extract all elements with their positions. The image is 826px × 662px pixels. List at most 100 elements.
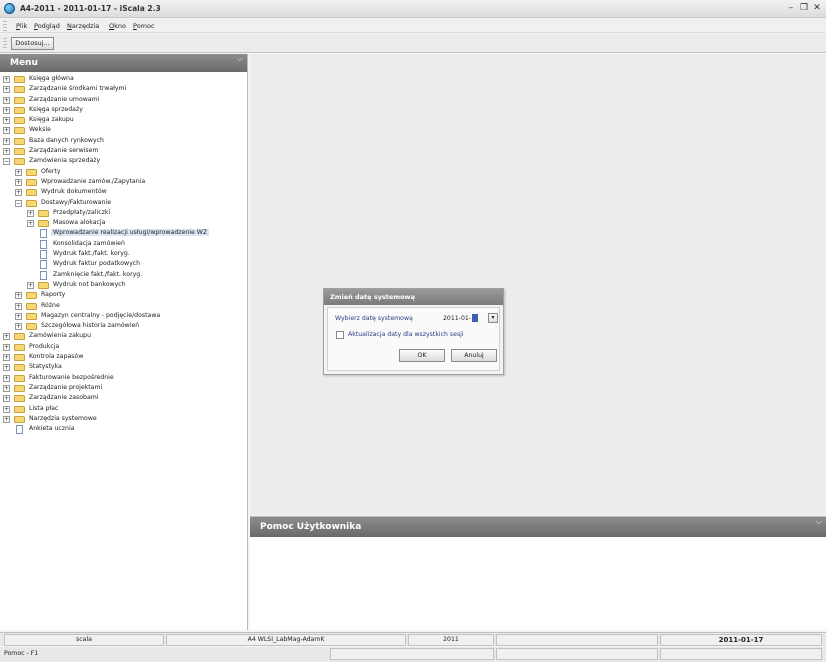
minimize-icon[interactable]: –: [786, 3, 796, 14]
help-panel-header: Pomoc Użytkownika ⌵: [250, 517, 826, 537]
expand-icon[interactable]: +: [3, 76, 10, 83]
expand-icon[interactable]: +: [3, 86, 10, 94]
tree-item[interactable]: + Magazyn centralny - podjęcie/dostawa: [0, 311, 248, 321]
tree-item[interactable]: + Lista płac: [0, 404, 248, 414]
tree-item-label: Zamknięcie fakt./fakt. koryg.: [53, 270, 143, 278]
tree-item[interactable]: − Zamówienia sprzedaży: [0, 156, 248, 166]
folder-icon: [26, 178, 37, 186]
system-date-field[interactable]: 2011-01-: [443, 313, 481, 324]
menu-panel-title: Menu: [10, 58, 38, 68]
tree-item[interactable]: + Masowa alokacja: [0, 218, 248, 228]
tree-item[interactable]: + Zarządzanie zasobami: [0, 393, 248, 403]
tree-item[interactable]: Ankieta ucznia: [0, 424, 248, 435]
tree-item[interactable]: + Zarządzanie środkami trwałymi: [0, 84, 248, 94]
menu-tools[interactable]: Narzędzia: [67, 22, 99, 30]
expand-icon[interactable]: +: [3, 148, 10, 156]
folder-icon: [38, 220, 49, 228]
collapse-icon[interactable]: −: [3, 158, 10, 166]
tree-item[interactable]: + Wydruk not bankowych: [0, 280, 248, 290]
expand-icon[interactable]: +: [27, 209, 34, 217]
expand-icon[interactable]: +: [3, 415, 10, 423]
tree-item-label: Wydruk not bankowych: [53, 280, 126, 288]
folder-icon: [26, 199, 37, 207]
tree-item[interactable]: + Produkcja: [0, 342, 248, 352]
expand-icon[interactable]: +: [3, 374, 10, 382]
tree-item[interactable]: Wydruk faktur podatkowych: [0, 259, 248, 270]
folder-icon: [26, 189, 37, 197]
expand-icon[interactable]: +: [3, 96, 10, 104]
tree-item[interactable]: + Statystyka: [0, 362, 248, 372]
tree-item[interactable]: + Księga zakupu: [0, 115, 248, 125]
expand-icon[interactable]: +: [15, 302, 22, 310]
expand-icon[interactable]: +: [3, 117, 10, 125]
tree-item[interactable]: + Raporty: [0, 290, 248, 300]
status-field-c: [660, 648, 822, 660]
pin-icon[interactable]: ⌵: [237, 54, 243, 64]
expand-icon[interactable]: +: [3, 333, 10, 341]
tree-item[interactable]: + Księga sprzedaży: [0, 105, 248, 115]
menu-file[interactable]: Plik: [16, 22, 27, 30]
tree-item[interactable]: + Księga główna: [0, 74, 248, 84]
tree-item[interactable]: + Szczegółowa historia zamówień: [0, 321, 248, 331]
expand-icon[interactable]: +: [3, 106, 10, 114]
expand-icon[interactable]: +: [27, 220, 34, 228]
tree-item[interactable]: + Weksle: [0, 125, 248, 135]
chevron-down-icon: ▾: [491, 314, 495, 321]
pin-icon[interactable]: ⌵: [816, 517, 822, 527]
tree-item[interactable]: + Wydruk dokumentów: [0, 187, 248, 197]
expand-icon[interactable]: +: [3, 127, 10, 135]
system-date-value: 2011-01-: [443, 315, 472, 322]
navigation-tree: + Księga główna + Zarządzanie środkami trwa…: [0, 74, 248, 435]
tree-item[interactable]: + Narzędzia systemowe: [0, 414, 248, 424]
menu-view[interactable]: Podgląd: [34, 22, 60, 30]
expand-icon[interactable]: +: [15, 189, 22, 197]
tree-item[interactable]: Wprowadzanie realizacji usługi/wprowadze…: [0, 228, 248, 239]
tree-item-label: Zamówienia zakupu: [29, 332, 92, 340]
menu-window[interactable]: Okno: [109, 22, 126, 30]
tree-item-label: Raporty: [41, 291, 66, 299]
expand-icon[interactable]: +: [27, 281, 34, 289]
document-icon: [16, 425, 23, 435]
ok-button[interactable]: OK: [399, 349, 445, 362]
tree-item[interactable]: + Różne: [0, 301, 248, 311]
tree-item[interactable]: + Zarządzanie projektami: [0, 383, 248, 393]
tree-item[interactable]: + Zarządzanie serwisem: [0, 146, 248, 156]
tree-item[interactable]: + Wprowadzanie zamów./Zapytania: [0, 177, 248, 187]
status-field-a: [330, 648, 494, 660]
all-sessions-label: Aktualizacja daty dla wszystkich sesji: [348, 331, 464, 338]
tree-item[interactable]: + Oferty: [0, 167, 248, 177]
close-icon[interactable]: ✕: [812, 3, 822, 14]
expand-icon[interactable]: +: [15, 312, 22, 320]
tree-item[interactable]: + Kontrola zapasów: [0, 352, 248, 362]
menu-help[interactable]: Pomoc: [133, 22, 155, 30]
expand-icon[interactable]: +: [3, 354, 10, 362]
expand-icon[interactable]: +: [15, 292, 22, 300]
collapse-icon[interactable]: −: [15, 199, 22, 207]
expand-icon[interactable]: +: [3, 384, 10, 392]
tree-item[interactable]: + Fakturowanie bezpośrednie: [0, 373, 248, 383]
tree-item[interactable]: Konsolidacja zamówień: [0, 239, 248, 249]
restore-icon[interactable]: ❐: [799, 3, 809, 14]
expand-icon[interactable]: +: [3, 137, 10, 145]
tree-item[interactable]: Wydruk fakt./fakt. koryg.: [0, 249, 248, 260]
tree-item[interactable]: + Przedpłaty/zaliczki: [0, 208, 248, 218]
tree-item[interactable]: + Zarządzanie umowami: [0, 95, 248, 105]
expand-icon[interactable]: +: [3, 343, 10, 351]
tree-item[interactable]: − Dostawy/Fakturowanie: [0, 198, 248, 208]
expand-icon[interactable]: +: [3, 364, 10, 372]
date-dropdown-button[interactable]: ▾: [488, 313, 498, 323]
tree-item[interactable]: + Baza danych rynkowych: [0, 136, 248, 146]
workspace-area: [250, 54, 826, 515]
folder-icon: [26, 292, 37, 300]
expand-icon[interactable]: +: [15, 178, 22, 186]
expand-icon[interactable]: +: [15, 323, 22, 331]
folder-icon: [14, 127, 25, 135]
tree-item[interactable]: + Zamówienia zakupu: [0, 331, 248, 341]
expand-icon[interactable]: +: [15, 168, 22, 176]
all-sessions-checkbox[interactable]: [336, 331, 344, 339]
expand-icon[interactable]: +: [3, 395, 10, 403]
tree-item[interactable]: Zamknięcie fakt./fakt. koryg.: [0, 270, 248, 280]
expand-icon[interactable]: +: [3, 405, 10, 413]
customize-button[interactable]: Dostosuj...: [11, 37, 54, 50]
cancel-button[interactable]: Anuluj: [451, 349, 497, 362]
